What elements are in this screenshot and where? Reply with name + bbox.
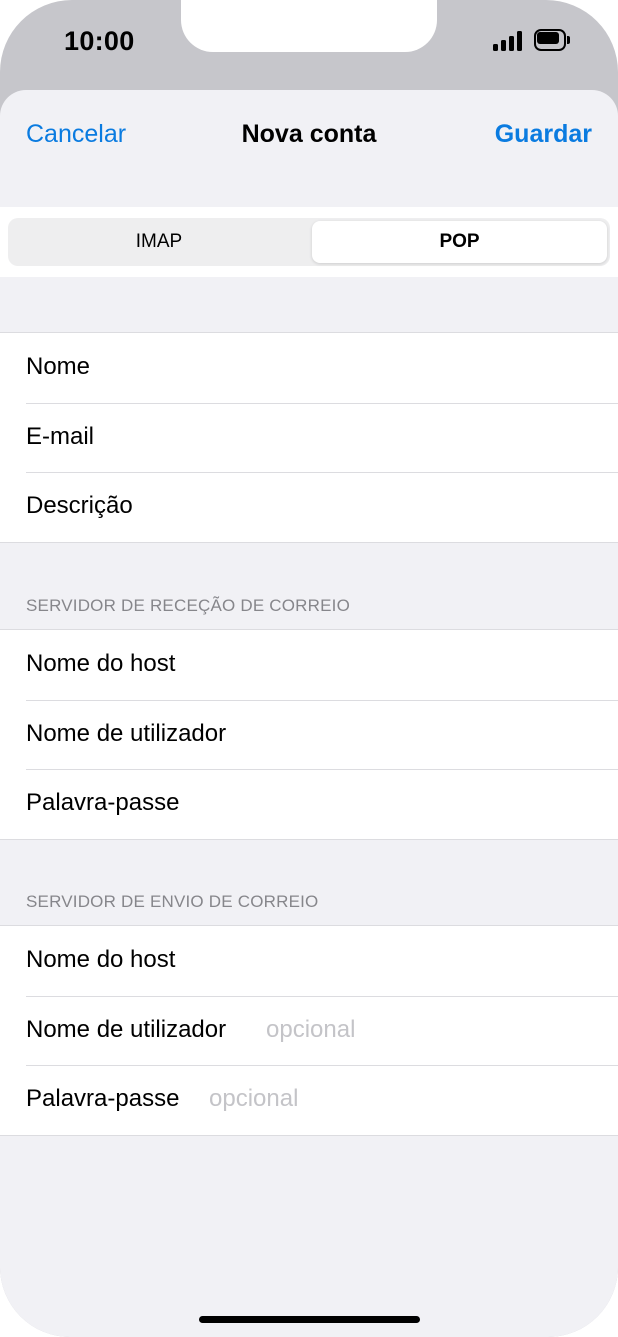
outgoing-password-label: Palavra-passe [26,1085,180,1112]
incoming-password-field[interactable] [210,787,598,819]
signal-icon [493,31,523,51]
name-label: Nome [26,353,91,380]
home-indicator[interactable] [199,1316,420,1323]
incoming-username-label: Nome de utilizador [26,719,227,747]
segment-imap[interactable]: IMAP [8,218,310,266]
email-label: E-mail [26,422,95,450]
status-bar: 10:00 [0,0,618,90]
battery-icon [534,29,570,51]
incoming-password-label: Palavra-passe [26,789,180,816]
email-row[interactable]: E-mail [0,402,618,473]
name-row[interactable]: Nome [0,333,618,403]
account-type-band: IMAP POP [0,207,618,277]
incoming-host-field[interactable] [210,648,598,680]
outgoing-host-field[interactable] [210,944,598,976]
name-field[interactable] [110,351,598,383]
segment-pop[interactable]: POP [312,221,607,263]
outgoing-password-row[interactable]: Palavra-passe [0,1065,618,1135]
outgoing-username-field[interactable] [266,1013,598,1046]
description-field[interactable] [162,490,598,522]
phone-frame: 10:00 Cancelar Nova conta Guardar IMAP P… [0,0,618,1337]
outgoing-server-group: Nome do host Nome de utilizador Palavra-… [0,925,618,1136]
incoming-username-field[interactable] [266,717,598,750]
description-label: Descrição [26,492,133,519]
incoming-host-label: Nome do host [26,650,176,677]
outgoing-server-header: SERVIDOR DE ENVIO DE CORREIO [26,892,319,911]
incoming-server-header: SERVIDOR DE RECEÇÃO DE CORREIO [26,596,351,615]
account-type-segmented-control: IMAP POP [8,218,610,266]
new-account-sheet: Cancelar Nova conta Guardar IMAP POP Nom… [0,90,618,1337]
description-row[interactable]: Descrição [0,472,618,542]
outgoing-host-label: Nome do host [26,946,176,973]
outgoing-username-row[interactable]: Nome de utilizador [0,995,618,1066]
outgoing-password-field[interactable] [209,1083,598,1115]
save-button[interactable]: Guardar [495,120,592,149]
navigation-bar: Cancelar Nova conta Guardar [0,90,618,207]
email-field[interactable] [110,420,598,453]
outgoing-username-label: Nome de utilizador [26,1015,227,1043]
incoming-server-group: Nome do host Nome de utilizador Palavra-… [0,629,618,840]
status-time: 10:00 [64,26,135,56]
outgoing-host-row[interactable]: Nome do host [0,926,618,996]
incoming-password-row[interactable]: Palavra-passe [0,769,618,839]
account-info-group: Nome E-mail Descrição [0,332,618,543]
incoming-host-row[interactable]: Nome do host [0,630,618,700]
incoming-username-row[interactable]: Nome de utilizador [0,699,618,770]
notch [181,0,437,52]
